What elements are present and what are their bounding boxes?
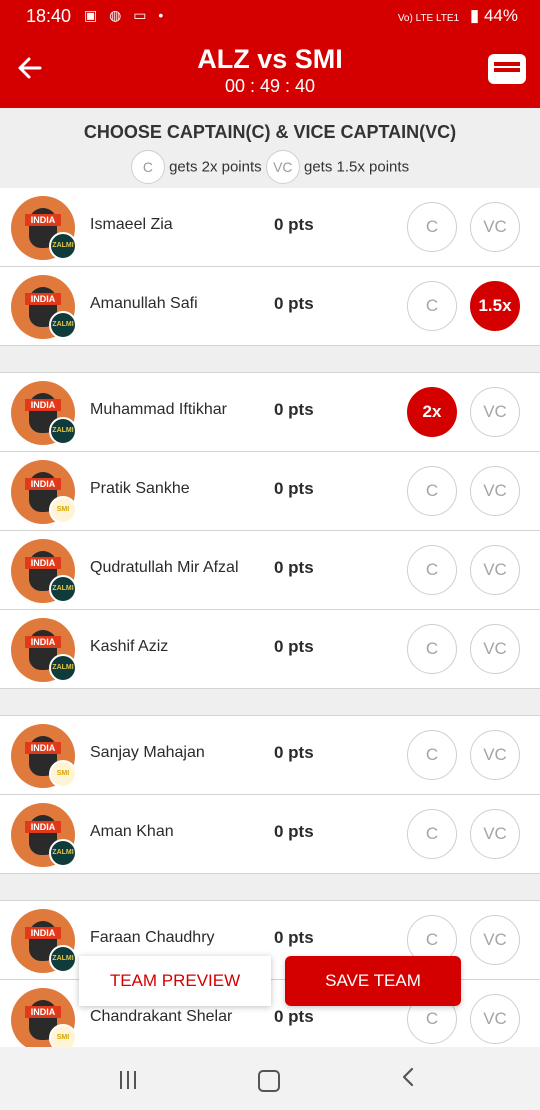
captain-hint: gets 2x points (169, 158, 262, 176)
vice-captain-button[interactable]: VC (470, 466, 520, 516)
player-points: 0 pts (274, 558, 314, 577)
app-bar: ALZ vs SMI 00 : 49 : 40 (0, 34, 540, 108)
player-avatar: INDIA SMI (11, 988, 77, 1052)
player-row: INDIA ZALMI Muhammad Iftikhar 0 pts 2x V… (0, 373, 540, 452)
team-badge: ZALMI (49, 311, 77, 339)
player-row: INDIA SMI Sanjay Mahajan 0 pts C VC (0, 716, 540, 795)
vice-captain-button[interactable]: VC (470, 809, 520, 859)
player-avatar: INDIA ZALMI (11, 909, 77, 973)
team-badge: ZALMI (49, 945, 77, 973)
player-name: Kashif Aziz (90, 638, 169, 655)
player-name: Amanullah Safi (90, 295, 198, 312)
team-preview-button[interactable]: TEAM PREVIEW (79, 956, 271, 1006)
player-avatar: INDIA ZALMI (11, 381, 77, 445)
home-icon[interactable] (258, 1070, 280, 1092)
player-avatar: INDIA ZALMI (11, 618, 77, 682)
vice-captain-button[interactable]: 1.5x (470, 281, 520, 331)
recent-apps-icon[interactable] (118, 1071, 138, 1089)
captain-instructions: CHOOSE CAPTAIN(C) & VICE CAPTAIN(VC) C g… (0, 108, 540, 188)
match-timer: 00 : 49 : 40 (224, 76, 316, 96)
vice-captain-button[interactable]: VC (470, 545, 520, 595)
status-time: 18:40 (26, 6, 72, 26)
team-badge: ZALMI (49, 575, 77, 603)
player-points: 0 pts (274, 743, 314, 762)
player-name: Sanjay Mahajan (90, 744, 205, 761)
player-points: 0 pts (274, 822, 314, 841)
player-points: 0 pts (274, 215, 314, 234)
match-title: ALZ vs SMI (197, 44, 343, 74)
captain-button[interactable]: C (407, 545, 457, 595)
player-points: 0 pts (274, 637, 314, 656)
team-badge: ZALMI (49, 417, 77, 445)
player-name: Qudratullah Mir Afzal (90, 559, 239, 576)
player-avatar: INDIA ZALMI (11, 803, 77, 867)
wallet-icon[interactable] (488, 54, 526, 84)
status-bar: 18:40 ▣ ◍ ▭ • Vo) LTE LTE1 ▮ 44% (0, 0, 540, 34)
battery-level: 44% (483, 6, 518, 25)
player-points: 0 pts (274, 928, 314, 947)
player-row: INDIA ZALMI Kashif Aziz 0 pts C VC (0, 610, 540, 689)
player-avatar: INDIA ZALMI (11, 196, 77, 260)
player-name: Chandrakant Shelar (90, 1008, 233, 1025)
section-divider (0, 874, 540, 901)
vice-captain-symbol: VC (265, 150, 300, 184)
captain-button[interactable]: C (407, 281, 457, 331)
choose-heading: CHOOSE CAPTAIN(C) & VICE CAPTAIN(VC) (83, 122, 457, 142)
player-name: Ismaeel Zia (90, 216, 173, 233)
status-right: Vo) LTE LTE1 ▮ 44% (398, 6, 518, 26)
save-team-button[interactable]: SAVE TEAM (285, 956, 461, 1006)
captain-button[interactable]: C (407, 202, 457, 252)
network-label: Vo) LTE LTE1 (397, 13, 460, 24)
vice-captain-hint: gets 1.5x points (304, 158, 410, 176)
vice-captain-button[interactable]: VC (470, 202, 520, 252)
player-name: Pratik Sankhe (90, 480, 190, 497)
player-name: Muhammad Iftikhar (90, 401, 227, 418)
player-row: INDIA ZALMI Qudratullah Mir Afzal 0 pts … (0, 531, 540, 610)
player-list: INDIA ZALMI Ismaeel Zia 0 pts C VC INDIA… (0, 188, 540, 1059)
player-row: INDIA ZALMI Ismaeel Zia 0 pts C VC (0, 188, 540, 267)
player-name: Faraan Chaudhry (90, 929, 215, 946)
player-name: Aman Khan (90, 823, 174, 840)
player-row: INDIA ZALMI Aman Khan 0 pts C VC (0, 795, 540, 874)
captain-button[interactable]: C (407, 624, 457, 674)
team-badge: SMI (49, 496, 77, 524)
vice-captain-button[interactable]: VC (470, 387, 520, 437)
player-points: 0 pts (274, 400, 314, 419)
player-points: 0 pts (274, 1007, 314, 1026)
player-avatar: INDIA SMI (11, 724, 77, 788)
vice-captain-button[interactable]: VC (470, 915, 520, 965)
player-points: 0 pts (274, 294, 314, 313)
team-badge: SMI (49, 760, 77, 788)
vice-captain-button[interactable]: VC (470, 624, 520, 674)
signal-icon: ▮ (469, 6, 480, 25)
player-row: INDIA SMI Pratik Sankhe 0 pts C VC (0, 452, 540, 531)
team-badge: ZALMI (49, 654, 77, 682)
vice-captain-button[interactable]: VC (470, 730, 520, 780)
team-badge: ZALMI (49, 232, 77, 260)
player-avatar: INDIA ZALMI (11, 539, 77, 603)
points-hint: C gets 2x points VC gets 1.5x points (0, 150, 540, 184)
player-points: 0 pts (274, 479, 314, 498)
section-divider (0, 689, 540, 716)
captain-button[interactable]: C (407, 809, 457, 859)
player-avatar: INDIA ZALMI (11, 275, 77, 339)
vice-captain-button[interactable]: VC (470, 994, 520, 1044)
team-badge: ZALMI (49, 839, 77, 867)
player-row: INDIA ZALMI Amanullah Safi 0 pts C 1.5x (0, 267, 540, 346)
system-nav-bar (0, 1047, 540, 1110)
player-avatar: INDIA SMI (11, 460, 77, 524)
captain-button[interactable]: 2x (407, 387, 457, 437)
section-divider (0, 346, 540, 373)
captain-symbol: C (130, 150, 165, 184)
captain-button[interactable]: C (407, 730, 457, 780)
notification-icons: ▣ ◍ ▭ • (84, 7, 168, 23)
back-icon[interactable] (398, 1066, 420, 1088)
captain-button[interactable]: C (407, 466, 457, 516)
